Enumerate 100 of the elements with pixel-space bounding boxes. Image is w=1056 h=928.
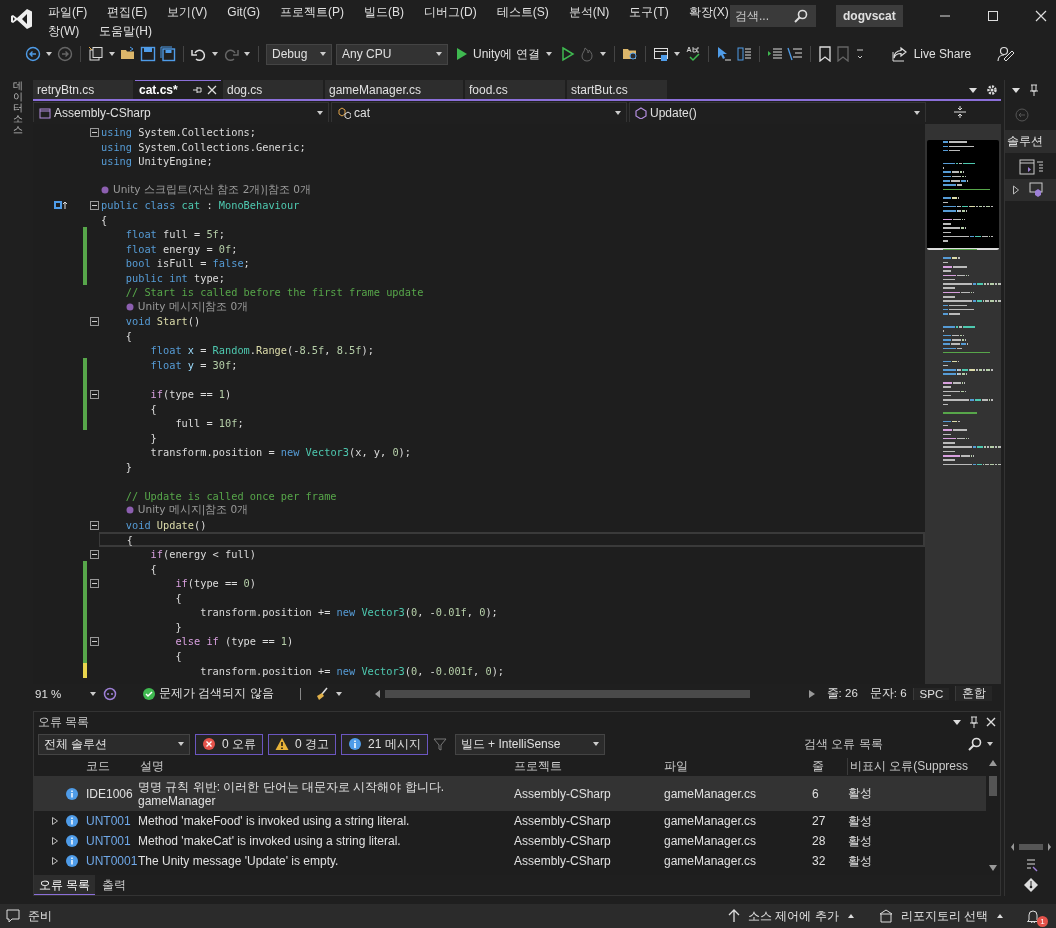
close-icon[interactable]: [1034, 10, 1047, 22]
back-icon[interactable]: [25, 46, 41, 62]
collapse-icon[interactable]: [90, 389, 99, 399]
menu-item[interactable]: 확장(X): [688, 5, 729, 19]
close-icon[interactable]: [207, 85, 217, 95]
columns-icon[interactable]: [735, 46, 752, 62]
broom-icon[interactable]: [314, 686, 329, 701]
issues-indicator[interactable]: 문제가 검색되지 않음: [143, 686, 274, 701]
caret-icon[interactable]: [598, 50, 607, 58]
project-icon[interactable]: [1029, 182, 1043, 198]
menu-item[interactable]: 테스트(S): [496, 5, 549, 19]
expand-icon[interactable]: [1013, 185, 1019, 195]
caret-icon[interactable]: [211, 50, 219, 58]
horizontal-scrollbar[interactable]: [374, 689, 815, 698]
filter-toggle[interactable]: 0 오류: [195, 733, 263, 755]
comment-icon[interactable]: [786, 46, 803, 62]
collapse-icon[interactable]: [90, 520, 99, 530]
expand-icon[interactable]: [52, 817, 58, 825]
panel-tab[interactable]: 솔루션: [1005, 130, 1056, 153]
pin-icon[interactable]: [1029, 84, 1039, 96]
menu-item[interactable]: 보기(V): [167, 5, 208, 19]
error-row[interactable]: UNT001 Method 'makeFood' is invoked using a string literal. Assembly-CSharp gameManager.cs 27 활성: [34, 811, 986, 831]
play-outline-icon[interactable]: [560, 46, 575, 62]
git-icon[interactable]: [1024, 878, 1038, 892]
menu-item[interactable]: 편집(E): [107, 5, 148, 19]
menu-item[interactable]: 빌드(B): [364, 5, 404, 19]
type-dropdown[interactable]: cat: [331, 102, 627, 122]
maximize-icon[interactable]: [986, 10, 999, 22]
minimap-viewport[interactable]: [927, 140, 999, 250]
panel-tab[interactable]: 오류 목록: [34, 875, 96, 895]
override-marker-icon[interactable]: [53, 200, 67, 210]
collapse-icon[interactable]: [90, 549, 99, 559]
caret-icon[interactable]: [45, 50, 53, 58]
member-dropdown[interactable]: Update(): [629, 102, 926, 122]
document-tab[interactable]: retryBtn.cs: [33, 80, 133, 99]
filter-toggle[interactable]: 0 경고: [268, 733, 337, 755]
menu-item[interactable]: 창(W): [48, 24, 80, 38]
codelens-text[interactable]: Unity 스크립트(자산 참조 2개)|참조 0개: [113, 183, 312, 198]
error-row[interactable]: UNT0001The Unity message 'Update' is empty. Assembly-CSharp gameManager.cs 32 활성: [34, 851, 986, 871]
scrollbar-thumb[interactable]: [384, 689, 750, 698]
outdent-icon[interactable]: [766, 46, 783, 62]
zoom-dropdown[interactable]: 91 %: [33, 687, 98, 700]
collapse-icon[interactable]: [90, 578, 99, 588]
pin-icon[interactable]: [192, 85, 202, 95]
folder-search-icon[interactable]: [621, 46, 638, 62]
column-header[interactable]: 설명: [136, 757, 514, 775]
scroll-left-icon[interactable]: [374, 689, 381, 698]
code-link[interactable]: UNT001: [86, 834, 136, 848]
menu-item[interactable]: 파일(F): [48, 5, 88, 19]
column-header[interactable]: 파일: [664, 757, 812, 775]
repository-button[interactable]: 리포지토리 선택: [870, 907, 1012, 925]
open-folder-icon[interactable]: [120, 46, 136, 62]
split-icon[interactable]: [953, 105, 967, 119]
copilot-icon[interactable]: [103, 686, 118, 701]
scroll-down-icon[interactable]: [989, 865, 997, 871]
panel-tab[interactable]: 출력: [97, 875, 132, 895]
new-item-icon[interactable]: [88, 46, 104, 62]
collapse-icon[interactable]: [90, 200, 99, 210]
expand-icon[interactable]: [52, 857, 58, 865]
column-header[interactable]: 비표시 오류(Suppress: [847, 757, 986, 775]
platform-dropdown[interactable]: Any CPU: [336, 43, 448, 65]
menu-item[interactable]: 디버그(D): [424, 5, 477, 19]
scroll-right-icon[interactable]: [808, 689, 815, 698]
scrollbar-thumb[interactable]: [989, 776, 997, 796]
settings-icon[interactable]: [986, 83, 998, 96]
scroll-arrows-icon[interactable]: [1011, 842, 1051, 852]
error-row[interactable]: IDE1006 명명 규칙 위반: 이러한 단어는 대문자로 시작해야 합니다. gameManager Assembly-CSharp gameManager.cs 6 활성: [34, 776, 986, 811]
menu-caret-icon[interactable]: [952, 717, 962, 727]
minimap[interactable]: [925, 124, 1001, 684]
column-header[interactable]: 프로젝트: [514, 757, 664, 775]
whitespace-indicator[interactable]: SPC: [912, 687, 950, 700]
feedback-icon[interactable]: [997, 46, 1016, 62]
menu-item[interactable]: Git(G): [227, 5, 260, 19]
git-changes-icon[interactable]: [1024, 858, 1038, 872]
column-header[interactable]: 줄: [812, 757, 847, 775]
spell-check-icon[interactable]: [684, 46, 701, 62]
collapse-icon[interactable]: [90, 316, 99, 326]
menu-caret-icon[interactable]: [1011, 85, 1021, 95]
expand-icon[interactable]: [52, 837, 58, 845]
pin-icon[interactable]: [969, 716, 979, 728]
bookmark-icon[interactable]: [817, 46, 832, 62]
menu-item[interactable]: 프로젝트(P): [280, 5, 344, 19]
filter-icon[interactable]: [432, 737, 447, 751]
document-tab[interactable]: dog.cs: [223, 80, 323, 99]
collapse-icon[interactable]: [90, 127, 99, 137]
project-dropdown[interactable]: Assembly-CSharp: [33, 102, 329, 122]
line-ending-indicator[interactable]: 혼합: [955, 686, 993, 701]
scope-dropdown[interactable]: 전체 솔루션: [38, 733, 190, 755]
column-header[interactable]: 코드: [86, 757, 136, 775]
codelens-text[interactable]: Unity 메시지|참조 0개: [137, 299, 249, 314]
source-control-button[interactable]: 소스 제어에 추가: [720, 907, 863, 925]
code-link[interactable]: UNT001: [86, 814, 136, 828]
menu-item[interactable]: 도움말(H): [99, 24, 152, 38]
menu-item[interactable]: 도구(T): [629, 5, 669, 19]
caret-icon[interactable]: [334, 689, 343, 698]
filter-toggle[interactable]: 21 메시지: [341, 733, 428, 755]
cursor-icon[interactable]: [715, 46, 732, 62]
collapse-icon[interactable]: [90, 636, 99, 646]
search-field[interactable]: 검색...: [730, 5, 816, 27]
status-icon[interactable]: [6, 909, 20, 923]
